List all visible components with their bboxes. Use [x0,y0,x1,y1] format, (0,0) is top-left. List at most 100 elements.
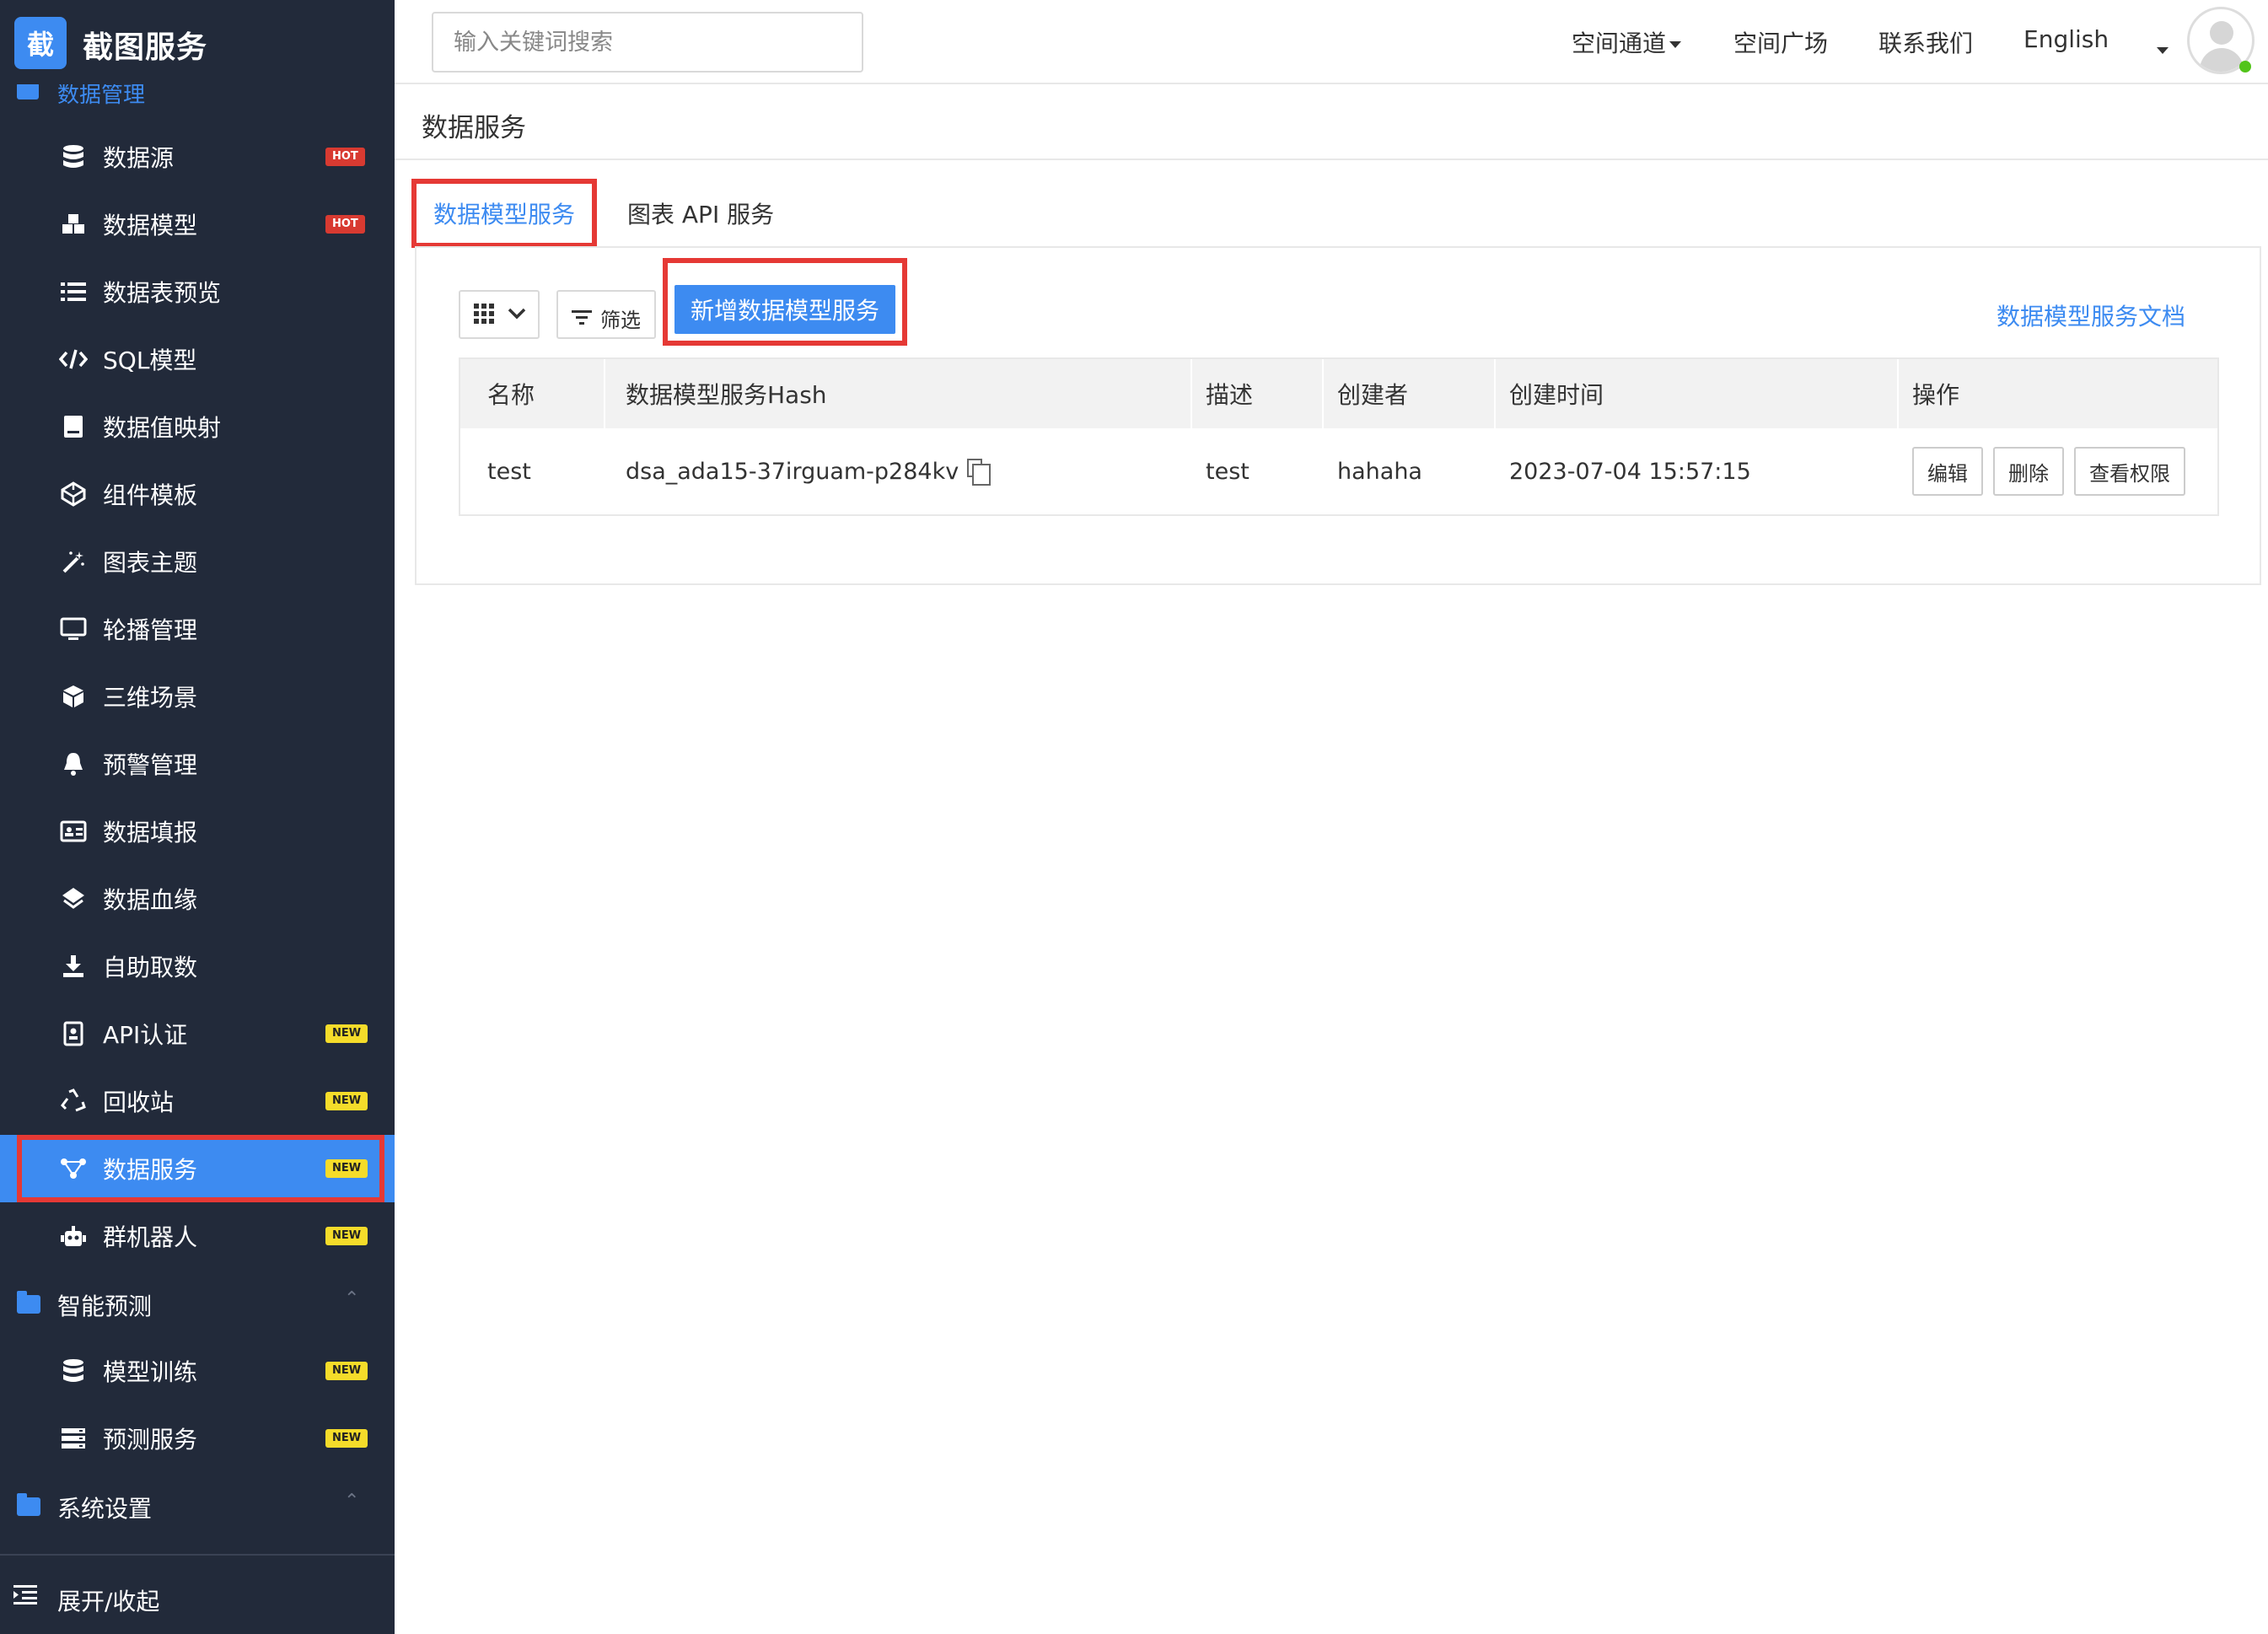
column-header-created: 创建时间 [1509,381,1604,409]
hash-text: dsa_ada15-37irguam-p284kv [626,458,959,485]
robot-icon [59,1222,88,1250]
sidebar-item-label: 组件模板 [103,481,198,509]
avatar-body [2200,48,2244,72]
caret-down-icon [2157,47,2169,54]
sidebar-item-data-model[interactable]: 数据模型 HOT [0,191,395,258]
sidebar-item-component-template[interactable]: 组件模板 [0,460,395,528]
sidebar-item-model-training[interactable]: 模型训练 NEW [0,1337,395,1405]
sidebar-item-data-service[interactable]: 数据服务 NEW [0,1135,395,1202]
sidebar-item-label: 预测服务 [103,1426,198,1454]
column-header-hash: 数据模型服务Hash [626,381,827,409]
cell-hash: dsa_ada15-37irguam-p284kv [626,428,992,514]
sidebar-item-recycle-bin[interactable]: 回收站 NEW [0,1067,395,1135]
service-table: 名称 数据模型服务Hash 描述 创建者 创建时间 操作 test dsa_ad… [459,357,2219,516]
cell-created: 2023-07-04 15:57:15 [1509,458,1751,485]
sidebar-item-label: 数据值映射 [103,414,222,442]
sidebar-item-label: 预警管理 [103,751,198,779]
cell-name: test [487,458,531,485]
edit-button[interactable]: 编辑 [1912,447,1983,496]
sidebar-item-label: API认证 [103,1021,188,1049]
collapse-label: 展开/收起 [57,1588,160,1615]
sidebar-item-3d-scene[interactable]: 三维场景 [0,663,395,730]
magic-wand-icon [59,547,88,576]
chevron-up-icon: ⌃ [344,1288,360,1309]
sidebar-group-system-settings[interactable]: 系统设置 ⌃ [0,1472,395,1540]
new-badge: NEW [325,1362,368,1380]
tab-data-model-service[interactable]: 数据模型服务 [411,179,597,248]
column-header-creator: 创建者 [1337,381,1409,409]
column-header-actions: 操作 [1912,381,1960,409]
page-title-bar: 数据服务 [395,86,2268,160]
sidebar-item-label: 自助取数 [103,954,198,981]
sidebar-item-value-mapping[interactable]: 数据值映射 [0,393,395,460]
sidebar-item-self-service[interactable]: 自助取数 [0,933,395,1000]
sidebar-collapse-toggle[interactable]: 展开/收起 [0,1567,395,1627]
logo-icon[interactable]: 截 [14,17,67,69]
folder-icon [17,1493,40,1516]
filter-button[interactable]: 筛选 [556,290,656,339]
sidebar-item-datasource[interactable]: 数据源 HOT [0,123,395,191]
sidebar-item-predict-service[interactable]: 预测服务 NEW [0,1405,395,1472]
bell-icon [59,750,88,778]
hot-badge: HOT [325,148,365,166]
space-channel-dropdown[interactable]: 空间通道 [1572,25,1682,59]
list-icon [59,277,88,306]
sidebar-item-lineage[interactable]: 数据血缘 [0,865,395,933]
sidebar-item-group-robot[interactable]: 群机器人 NEW [0,1202,395,1270]
content-panel: 筛选 新增数据模型服务 数据模型服务文档 名称 数据模型服务Hash 描述 创建… [415,246,2261,585]
user-menu-caret[interactable] [2153,35,2169,63]
column-header-name: 名称 [487,381,535,409]
new-badge: NEW [325,1024,368,1043]
indent-icon [13,1583,37,1609]
top-header: 空间通道 空间广场 联系我们 English [395,0,2268,84]
new-badge: NEW [325,1159,368,1178]
add-data-model-service-button[interactable]: 新增数据模型服务 [674,285,895,334]
sidebar-item-chart-theme[interactable]: 图表主题 [0,528,395,595]
sidebar-item-carousel[interactable]: 轮播管理 [0,595,395,663]
page-title: 数据服务 [422,113,526,143]
column-toggle-button[interactable] [459,290,540,339]
sidebar-item-alert[interactable]: 预警管理 [0,730,395,798]
grid-icon [474,304,494,327]
download-icon [59,952,88,981]
monitor-icon [59,615,88,643]
space-channel-label: 空间通道 [1572,30,1667,57]
sidebar-item-label: 数据填报 [103,819,198,847]
folder-icon [17,83,39,99]
sidebar-item-label: 数据表预览 [103,279,222,307]
doc-link[interactable]: 数据模型服务文档 [1997,298,2185,332]
sidebar-item-sql-model[interactable]: SQL模型 [0,325,395,393]
view-permissions-button[interactable]: 查看权限 [2074,447,2185,496]
column-header-desc: 描述 [1206,381,1254,409]
network-icon [59,1154,88,1183]
logo-bar: 截 截图服务 [0,0,395,84]
caret-down-icon [1669,41,1682,48]
contact-link[interactable]: 联系我们 [1878,25,1973,59]
hot-badge: HOT [325,215,365,234]
table-row: test dsa_ada15-37irguam-p284kv test haha… [460,428,2217,514]
app-name[interactable]: 截图服务 [83,23,207,67]
cube-icon [59,682,88,711]
code-icon [59,345,88,374]
sidebar-group-label: 系统设置 [57,1495,153,1523]
copy-icon[interactable] [967,459,992,486]
delete-button[interactable]: 删除 [1993,447,2064,496]
chevron-down-icon [508,307,526,323]
codepen-icon [59,480,88,508]
tab-chart-api-service[interactable]: 图表 API 服务 [627,179,774,248]
sidebar-item-label: 轮播管理 [103,616,198,644]
sidebar-item-data-fill[interactable]: 数据填报 [0,798,395,865]
filter-icon [572,307,592,331]
space-plaza-link[interactable]: 空间广场 [1733,25,1828,59]
cell-creator: hahaha [1337,458,1422,485]
add-button-highlight: 新增数据模型服务 [663,258,907,346]
sidebar-item-api-auth[interactable]: API认证 NEW [0,1000,395,1067]
search-input[interactable] [432,12,863,73]
column-separator [604,359,605,428]
sidebar-group-label: 智能预测 [57,1293,153,1320]
language-selector[interactable]: English [2023,25,2109,53]
sidebar-group-smart-predict[interactable]: 智能预测 ⌃ [0,1270,395,1337]
sidebar-item-table-preview[interactable]: 数据表预览 [0,258,395,325]
column-separator [1190,359,1192,428]
column-separator [1494,359,1496,428]
